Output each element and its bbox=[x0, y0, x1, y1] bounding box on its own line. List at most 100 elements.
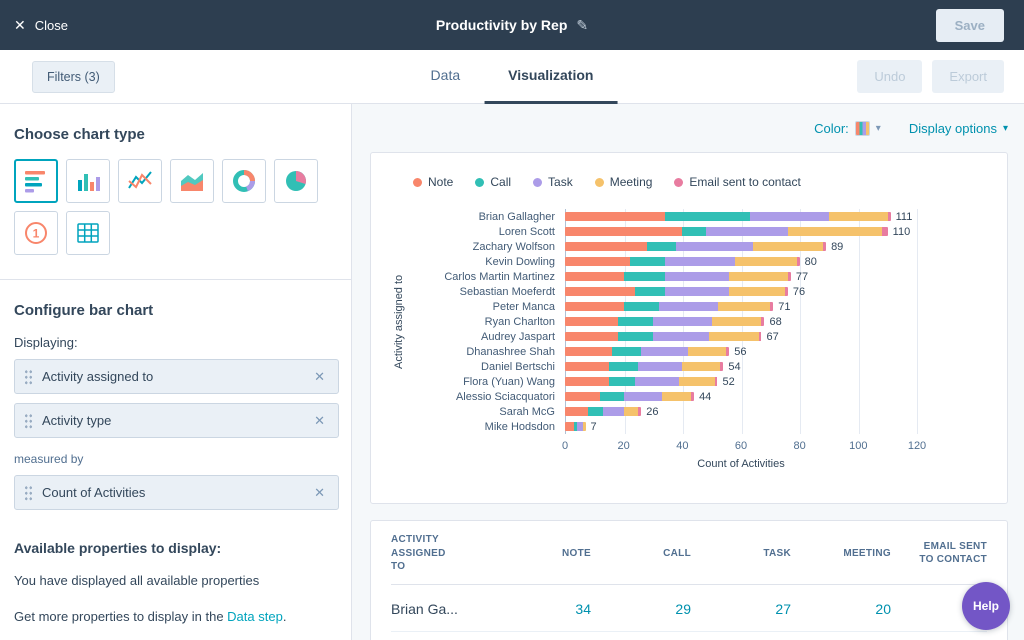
bar-segment-note[interactable] bbox=[565, 242, 647, 251]
edit-title-icon[interactable]: ✎ bbox=[576, 17, 588, 34]
bar-segment-note[interactable] bbox=[565, 257, 630, 266]
stacked-bar[interactable] bbox=[565, 332, 762, 341]
bar-segment-note[interactable] bbox=[565, 302, 624, 311]
bar-segment-email-sent-to-contact[interactable] bbox=[888, 212, 891, 221]
legend-item-call[interactable]: Call bbox=[475, 175, 511, 189]
bar-segment-call[interactable] bbox=[624, 302, 659, 311]
bar-segment-task[interactable] bbox=[750, 212, 829, 221]
stacked-bar[interactable] bbox=[565, 362, 723, 371]
bar-segment-task[interactable] bbox=[638, 362, 682, 371]
bar-segment-meeting[interactable] bbox=[688, 347, 726, 356]
bar-segment-meeting[interactable] bbox=[682, 362, 720, 371]
color-dropdown[interactable]: Color: ▾ bbox=[814, 121, 881, 136]
legend-item-email-sent-to-contact[interactable]: Email sent to contact bbox=[674, 175, 800, 189]
bar-segment-call[interactable] bbox=[588, 407, 603, 416]
bar-segment-task[interactable] bbox=[665, 257, 735, 266]
bar-segment-note[interactable] bbox=[565, 317, 618, 326]
chart-type-bar-horizontal-icon[interactable] bbox=[14, 159, 58, 203]
table-value-link[interactable]: 32 bbox=[791, 631, 891, 640]
bar-segment-task[interactable] bbox=[659, 302, 718, 311]
bar-segment-note[interactable] bbox=[565, 347, 612, 356]
bar-segment-call[interactable] bbox=[665, 212, 750, 221]
bar-segment-task[interactable] bbox=[665, 287, 730, 296]
table-value-link[interactable]: 28 bbox=[691, 631, 791, 640]
pill-count-of-activities[interactable]: Count of Activities ✕ bbox=[14, 475, 339, 510]
bar-segment-task[interactable] bbox=[624, 392, 662, 401]
bar-segment-note[interactable] bbox=[565, 212, 665, 221]
display-options-dropdown[interactable]: Display options ▾ bbox=[909, 121, 1008, 136]
bar-segment-email-sent-to-contact[interactable] bbox=[691, 392, 694, 401]
bar-segment-email-sent-to-contact[interactable] bbox=[797, 257, 800, 266]
table-value-link[interactable]: 34 bbox=[491, 584, 591, 631]
bar-segment-task[interactable] bbox=[665, 272, 730, 281]
stacked-bar[interactable] bbox=[565, 212, 891, 221]
drag-handle-icon[interactable] bbox=[24, 413, 33, 429]
bar-segment-meeting[interactable] bbox=[729, 287, 785, 296]
legend-item-task[interactable]: Task bbox=[533, 175, 573, 189]
stacked-bar[interactable] bbox=[565, 242, 826, 251]
bar-segment-email-sent-to-contact[interactable] bbox=[761, 317, 764, 326]
bar-segment-call[interactable] bbox=[630, 257, 665, 266]
bar-segment-task[interactable] bbox=[653, 332, 709, 341]
bar-segment-meeting[interactable] bbox=[829, 212, 888, 221]
bar-segment-meeting[interactable] bbox=[753, 242, 823, 251]
bar-segment-call[interactable] bbox=[647, 242, 676, 251]
bar-segment-email-sent-to-contact[interactable] bbox=[882, 227, 888, 236]
bar-segment-meeting[interactable] bbox=[788, 227, 882, 236]
bar-segment-email-sent-to-contact[interactable] bbox=[715, 377, 718, 386]
chart-type-donut-icon[interactable] bbox=[222, 159, 266, 203]
bar-segment-call[interactable] bbox=[635, 287, 664, 296]
bar-segment-note[interactable] bbox=[565, 227, 682, 236]
bar-segment-meeting[interactable] bbox=[709, 332, 759, 341]
bar-segment-meeting[interactable] bbox=[583, 422, 586, 431]
stacked-bar[interactable] bbox=[565, 272, 791, 281]
chart-type-area-icon[interactable] bbox=[170, 159, 214, 203]
bar-segment-email-sent-to-contact[interactable] bbox=[785, 287, 788, 296]
bar-segment-note[interactable] bbox=[565, 287, 635, 296]
bar-segment-email-sent-to-contact[interactable] bbox=[770, 302, 773, 311]
bar-segment-task[interactable] bbox=[635, 377, 679, 386]
bar-segment-task[interactable] bbox=[676, 242, 752, 251]
stacked-bar[interactable] bbox=[565, 377, 718, 386]
bar-segment-call[interactable] bbox=[618, 332, 653, 341]
undo-button[interactable]: Undo bbox=[857, 60, 922, 93]
bar-segment-note[interactable] bbox=[565, 332, 618, 341]
help-button[interactable]: Help bbox=[962, 582, 1010, 630]
tab-data[interactable]: Data bbox=[407, 50, 485, 104]
bar-segment-email-sent-to-contact[interactable] bbox=[726, 347, 729, 356]
stacked-bar[interactable] bbox=[565, 392, 694, 401]
stacked-bar[interactable] bbox=[565, 227, 888, 236]
drag-handle-icon[interactable] bbox=[24, 485, 33, 501]
bar-segment-task[interactable] bbox=[641, 347, 688, 356]
bar-segment-email-sent-to-contact[interactable] bbox=[720, 362, 723, 371]
data-step-link[interactable]: Data step bbox=[227, 609, 283, 624]
tab-visualization[interactable]: Visualization bbox=[484, 50, 617, 104]
remove-field-icon[interactable]: ✕ bbox=[311, 367, 328, 387]
bar-segment-email-sent-to-contact[interactable] bbox=[759, 332, 762, 341]
remove-field-icon[interactable]: ✕ bbox=[311, 483, 328, 503]
bar-segment-meeting[interactable] bbox=[712, 317, 762, 326]
bar-segment-call[interactable] bbox=[624, 272, 665, 281]
bar-segment-note[interactable] bbox=[565, 392, 600, 401]
bar-segment-meeting[interactable] bbox=[679, 377, 714, 386]
bar-segment-email-sent-to-contact[interactable] bbox=[788, 272, 791, 281]
pill-activity-assigned-to[interactable]: Activity assigned to ✕ bbox=[14, 359, 339, 394]
bar-segment-meeting[interactable] bbox=[624, 407, 639, 416]
drag-handle-icon[interactable] bbox=[24, 369, 33, 385]
table-value-link[interactable]: 27 bbox=[691, 584, 791, 631]
stacked-bar[interactable] bbox=[565, 257, 800, 266]
bar-segment-note[interactable] bbox=[565, 377, 609, 386]
chart-type-line-icon[interactable] bbox=[118, 159, 162, 203]
bar-segment-meeting[interactable] bbox=[718, 302, 771, 311]
table-value-link[interactable]: 29 bbox=[591, 584, 691, 631]
bar-segment-call[interactable] bbox=[612, 347, 641, 356]
bar-segment-call[interactable] bbox=[600, 392, 623, 401]
stacked-bar[interactable] bbox=[565, 287, 788, 296]
bar-segment-task[interactable] bbox=[706, 227, 788, 236]
chart-type-column-icon[interactable] bbox=[66, 159, 110, 203]
bar-segment-meeting[interactable] bbox=[735, 257, 797, 266]
stacked-bar[interactable] bbox=[565, 422, 586, 431]
bar-segment-call[interactable] bbox=[618, 317, 653, 326]
bar-segment-note[interactable] bbox=[565, 422, 574, 431]
legend-item-meeting[interactable]: Meeting bbox=[595, 175, 653, 189]
